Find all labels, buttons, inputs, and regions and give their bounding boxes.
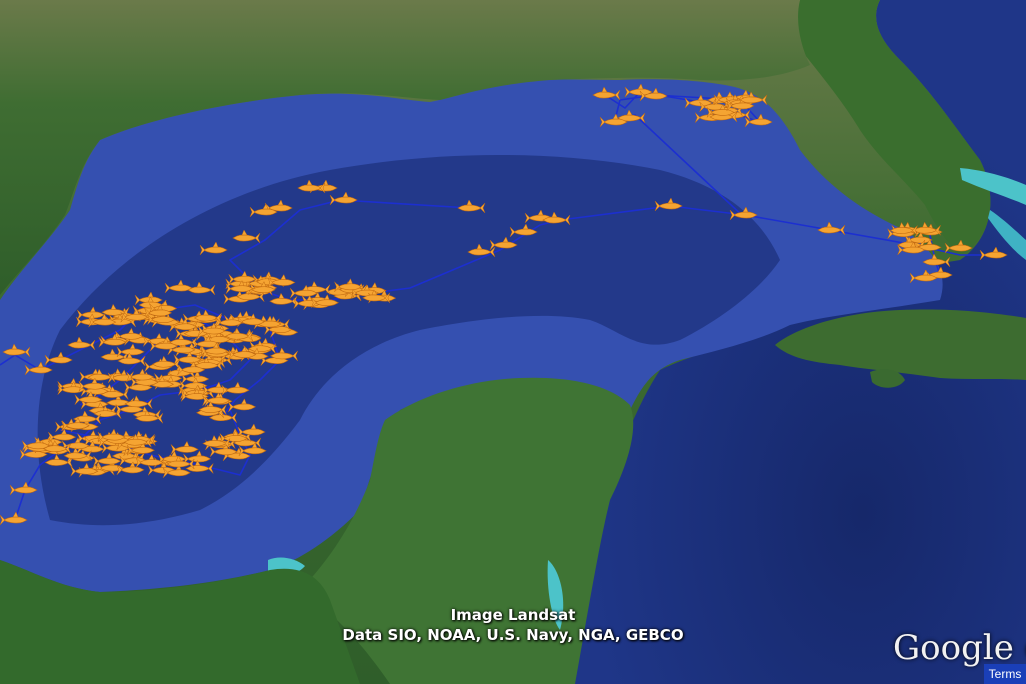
- map-canvas[interactable]: [0, 0, 1026, 684]
- imagery-credit: Image Landsat: [450, 606, 576, 624]
- data-credit: Data SIO, NOAA, U.S. Navy, NGA, GEBCO: [342, 626, 684, 644]
- google-earth-logo: Google e: [893, 628, 1026, 668]
- terms-button[interactable]: Terms: [984, 664, 1026, 684]
- map-view[interactable]: Image Landsat Data SIO, NOAA, U.S. Navy,…: [0, 0, 1026, 684]
